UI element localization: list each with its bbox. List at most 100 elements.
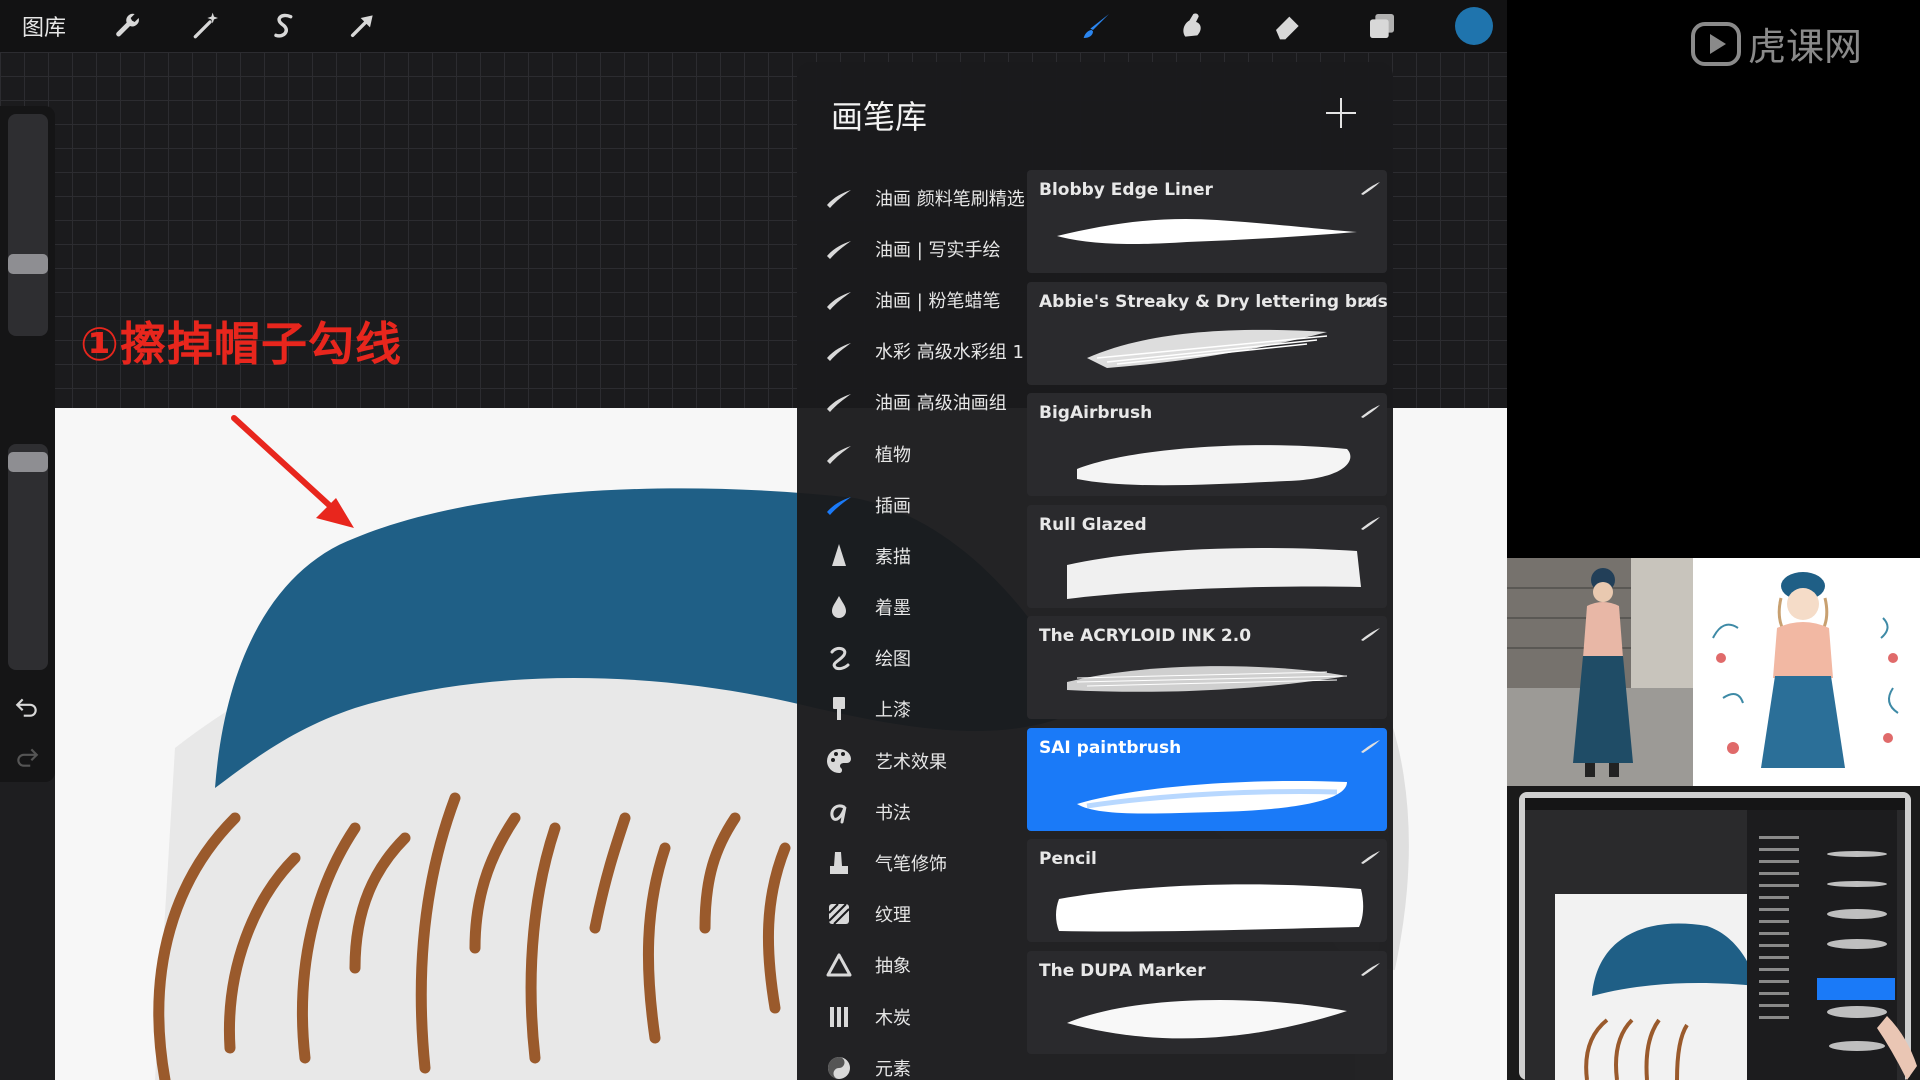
brush-edit-icon[interactable]: [1359, 626, 1381, 641]
brush-set-label: 纹理: [875, 905, 911, 927]
texture-icon: [821, 896, 857, 932]
brush-set-label: 插画: [875, 495, 911, 517]
brush-set-label: 抽象: [875, 956, 911, 978]
brush-stroke-preview: [1047, 206, 1367, 266]
brush-stroke-preview: [1047, 318, 1367, 378]
brush-set-label: 油画 | 写实手绘: [875, 239, 1001, 261]
transform-arrow-icon[interactable]: [340, 4, 384, 48]
brush-item[interactable]: Pencil: [1027, 839, 1387, 942]
opacity-thumb[interactable]: [8, 452, 48, 472]
brush-set-item[interactable]: 素描: [797, 530, 1027, 581]
magic-wand-icon[interactable]: [184, 4, 228, 48]
brush-item-selected[interactable]: SAI paintbrush: [1027, 727, 1387, 831]
brush-set-label: 植物: [875, 444, 911, 466]
brush-set-item[interactable]: 艺术效果: [797, 735, 1027, 786]
panel-title: 画笔库: [831, 98, 928, 136]
brush-set-label: 书法: [875, 802, 911, 824]
brush-set-item[interactable]: 油画 高级油画组: [797, 377, 1027, 428]
brush-set-item[interactable]: 气笔修饰: [797, 837, 1027, 888]
reference-illustration: [1693, 558, 1920, 786]
paint-brush-icon: [821, 691, 857, 727]
brush-edit-icon[interactable]: [1359, 403, 1381, 418]
selection-s-icon[interactable]: [262, 4, 306, 48]
brush-set-label: 水彩 高级水彩组 1: [875, 342, 1024, 364]
brush-set-item[interactable]: 纹理: [797, 889, 1027, 940]
brush-stroke-preview: [1047, 429, 1367, 489]
wrench-icon[interactable]: [106, 4, 150, 48]
brush-edit-icon[interactable]: [1359, 738, 1381, 753]
brush-item[interactable]: Rull Glazed: [1027, 504, 1387, 608]
brush-set-item[interactable]: 油画 | 写实手绘: [797, 223, 1027, 274]
brush-list: Blobby Edge Liner Abbie's Streaky & Dry l…: [1027, 170, 1387, 1062]
brush-set-label: 木炭: [875, 1007, 911, 1029]
brush-set-item[interactable]: 植物: [797, 428, 1027, 479]
color-picker-button[interactable]: [1452, 4, 1496, 48]
brush-set-item[interactable]: 插画: [797, 479, 1027, 530]
left-sidebar: [0, 106, 55, 782]
brush-icon[interactable]: [1075, 4, 1119, 48]
brush-set-item[interactable]: 元素: [797, 1042, 1027, 1080]
brush-item[interactable]: The DUPA Marker: [1027, 950, 1387, 1054]
brush-stroke-preview: [1047, 764, 1367, 824]
procreate-app: ①擦掉帽子勾线 图库 画笔库 油画 颜料笔刷精选 油画 | 写实手绘 油画 | …: [0, 0, 1507, 1080]
brush-item[interactable]: The ACRYLOID INK 2.0: [1027, 616, 1387, 719]
opacity-slider[interactable]: [8, 444, 48, 670]
yin-yang-icon: [821, 1050, 857, 1080]
brush-set-label: 气笔修饰: [875, 854, 947, 876]
brush-size-thumb[interactable]: [8, 254, 48, 274]
brush-set-item[interactable]: 水彩 高级水彩组 1: [797, 326, 1027, 377]
brush-name: Pencil: [1039, 849, 1097, 869]
gallery-button[interactable]: 图库: [22, 4, 66, 48]
pencil-tip-icon: [821, 538, 857, 574]
plus-icon[interactable]: [1324, 96, 1358, 130]
brush-set-list: 油画 颜料笔刷精选油画 | 写实手绘油画 | 粉笔蜡笔水彩 高级水彩组 1 油画 …: [797, 172, 1027, 1080]
top-toolbar: 图库: [0, 0, 1507, 52]
brush-set-label: 油画 高级油画组: [875, 393, 1007, 415]
brush-library-panel: 画笔库 油画 颜料笔刷精选油画 | 写实手绘油画 | 粉笔蜡笔水彩 高级水彩组 …: [797, 62, 1393, 1080]
brush-set-label: 素描: [875, 546, 911, 568]
layers-icon[interactable]: [1360, 4, 1404, 48]
annotation-text: ①擦掉帽子勾线: [80, 317, 402, 371]
brush-name: BigAirbrush: [1039, 403, 1153, 423]
brush-edit-icon[interactable]: [1359, 180, 1381, 195]
brush-edit-icon[interactable]: [1359, 515, 1381, 530]
charcoal-icon: [821, 999, 857, 1035]
brush-name: Blobby Edge Liner: [1039, 180, 1213, 200]
brush-set-item[interactable]: 书法: [797, 786, 1027, 837]
brush-name: SAI paintbrush: [1039, 737, 1182, 758]
brush-stroke-icon: [821, 180, 857, 216]
brush-set-label: 上漆: [875, 700, 911, 722]
brush-set-label: 元素: [875, 1058, 911, 1080]
brush-stroke-icon: [821, 231, 857, 267]
brush-set-item[interactable]: 绘图: [797, 633, 1027, 684]
smudge-icon[interactable]: [1170, 4, 1214, 48]
current-color-swatch: [1455, 7, 1493, 45]
undo-icon[interactable]: [14, 694, 40, 720]
brush-stroke-preview: [1047, 875, 1367, 935]
brush-name: Abbie's Streaky & Dry lettering brush: [1039, 291, 1387, 312]
brush-name: The ACRYLOID INK 2.0: [1039, 626, 1252, 646]
brush-edit-icon[interactable]: [1359, 961, 1381, 976]
brush-stroke-preview: [1047, 652, 1367, 712]
brush-item[interactable]: Blobby Edge Liner: [1027, 170, 1387, 273]
brush-name: Rull Glazed: [1039, 514, 1147, 535]
brush-item[interactable]: BigAirbrush: [1027, 393, 1387, 496]
eraser-icon[interactable]: [1266, 4, 1310, 48]
brush-set-item[interactable]: 油画 颜料笔刷精选: [797, 172, 1027, 223]
brush-edit-icon[interactable]: [1359, 292, 1381, 307]
brush-set-item[interactable]: 着墨: [797, 582, 1027, 633]
brush-set-item[interactable]: 木炭: [797, 991, 1027, 1042]
watermark-text: 虎课网: [1748, 25, 1862, 69]
ipad-preview: [1507, 786, 1920, 1080]
brush-set-item[interactable]: 油画 | 粉笔蜡笔: [797, 274, 1027, 325]
brush-edit-icon[interactable]: [1359, 849, 1381, 864]
brush-stroke-icon: [821, 487, 857, 523]
brush-item[interactable]: Abbie's Streaky & Dry lettering brush: [1027, 281, 1387, 385]
brush-set-item[interactable]: 上漆: [797, 684, 1027, 735]
brush-set-item[interactable]: 抽象: [797, 940, 1027, 991]
ink-drop-icon: [821, 589, 857, 625]
brush-stroke-preview: [1047, 987, 1367, 1047]
brush-name: The DUPA Marker: [1039, 960, 1206, 981]
redo-icon[interactable]: [14, 744, 40, 770]
brush-size-slider[interactable]: [8, 114, 48, 336]
